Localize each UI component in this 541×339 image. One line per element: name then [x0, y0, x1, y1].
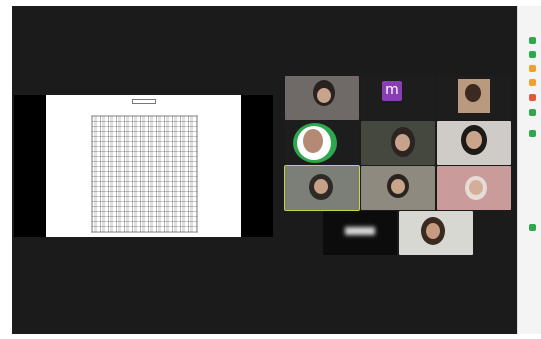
participant-face [391, 179, 405, 194]
participant-avatar: m [382, 81, 402, 101]
participant-face [426, 223, 440, 239]
participant-face [466, 131, 482, 149]
document-title [46, 99, 241, 104]
participant-face [317, 88, 331, 103]
participant-tile-9[interactable] [437, 166, 511, 210]
participant-tile-6[interactable] [437, 121, 511, 165]
participant-face [395, 134, 410, 151]
panel-icon-green[interactable] [529, 109, 536, 116]
panel-icon-green[interactable] [529, 37, 536, 44]
participant-face [465, 84, 481, 102]
panel-icon-green[interactable] [529, 51, 536, 58]
shared-document [46, 95, 241, 237]
side-panel [517, 6, 541, 334]
participant-tile-11[interactable] [399, 211, 473, 255]
participant-face [314, 179, 328, 194]
panel-icon-orange[interactable] [529, 65, 536, 72]
panel-icon-orange[interactable] [529, 79, 536, 86]
participant-tile-3[interactable] [437, 76, 511, 120]
participant-face [469, 180, 483, 195]
participant-video [345, 227, 375, 235]
participant-tile-1[interactable] [285, 76, 359, 120]
participant-tile-5[interactable] [361, 121, 435, 165]
participant-tile-4[interactable] [285, 121, 359, 165]
document-table [91, 115, 198, 233]
panel-icon-red[interactable] [529, 94, 536, 101]
participant-tile-10[interactable] [323, 211, 397, 255]
participant-face [303, 129, 323, 153]
participant-tile-2[interactable]: m [361, 76, 435, 120]
panel-icon-green[interactable] [529, 130, 536, 137]
panel-icon-green[interactable] [529, 224, 536, 231]
participant-tile-active-speaker[interactable] [284, 165, 360, 211]
participant-tile-8[interactable] [361, 166, 435, 210]
